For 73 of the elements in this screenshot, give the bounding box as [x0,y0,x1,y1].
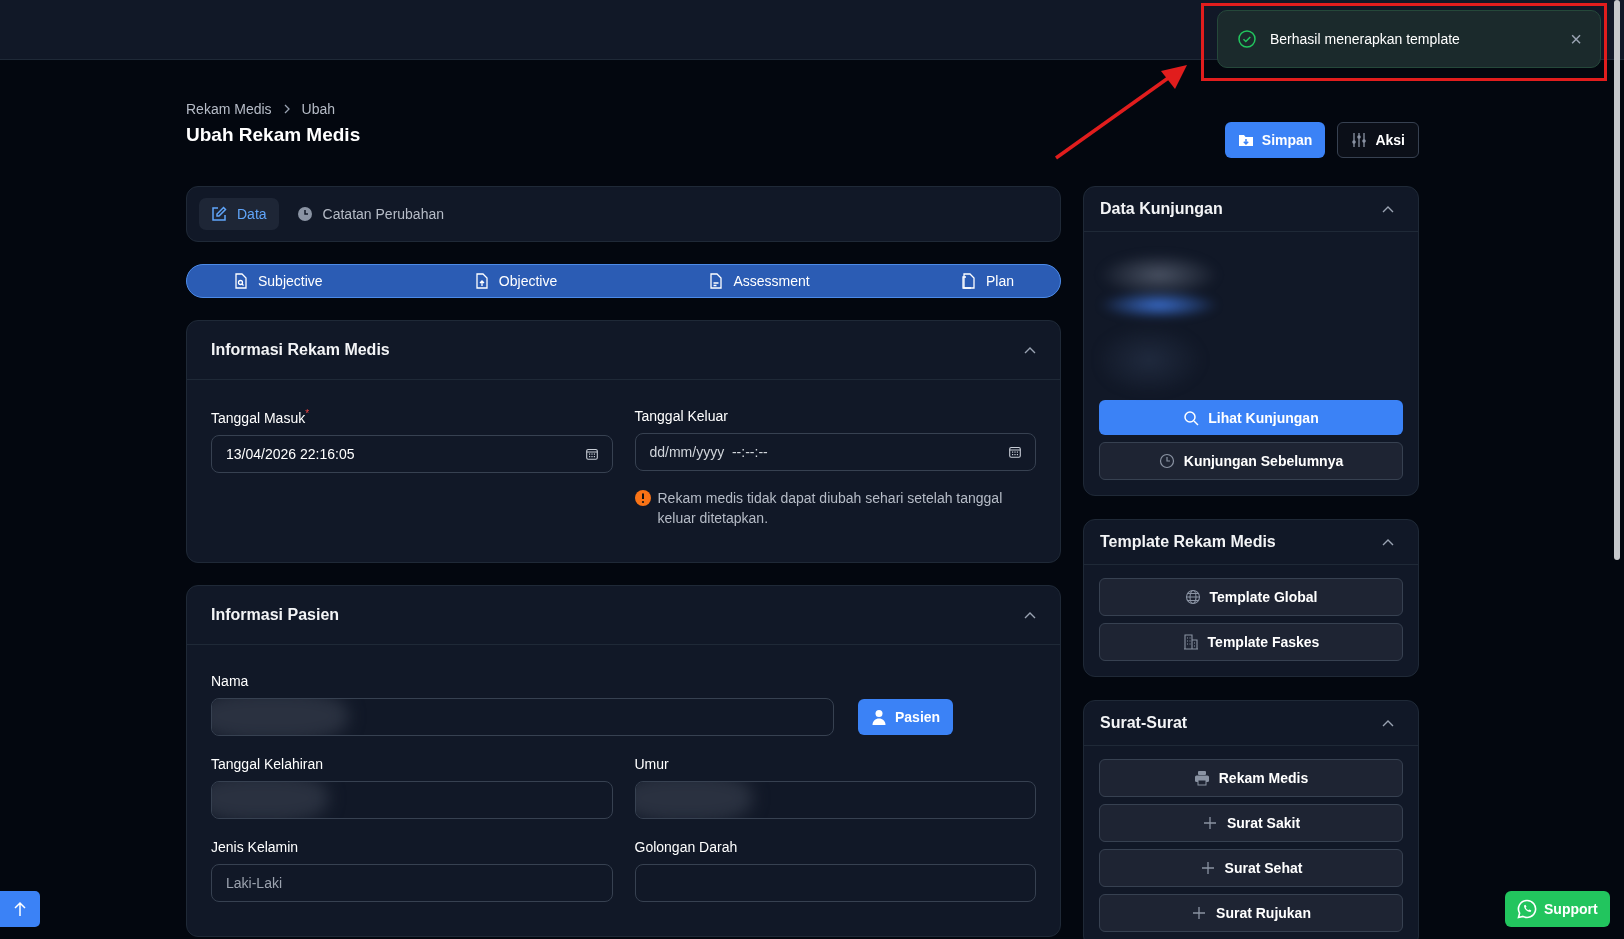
field-label: Tanggal Keluar [634,408,729,424]
sliders-icon [1351,132,1368,148]
document-icon [233,273,249,289]
card-title: Surat-Surat [1100,714,1188,732]
save-button[interactable]: Simpan [1224,122,1326,158]
card-title: Informasi Pasien [211,606,340,624]
card-title: Data Kunjungan [1100,200,1223,218]
patient-button[interactable]: Pasien [858,699,954,735]
person-icon [871,709,887,725]
text-field[interactable]: Laki-Laki [211,864,613,902]
field-label: Tanggal Masuk$^{*}$ [211,408,311,426]
text-field[interactable] [211,781,613,819]
text-field[interactable] [634,864,1036,902]
field-label: Umur [634,756,670,772]
actions-button[interactable]: Aksi [1337,122,1419,158]
chevron-right-icon [283,104,290,114]
chevron-up-icon[interactable] [1024,611,1036,619]
document-icon [473,273,490,289]
printer-icon [1193,770,1210,786]
check-circle-icon [1238,30,1256,48]
sidebar-action-button[interactable]: Template Faskes [1099,623,1403,661]
clock-icon [296,206,313,222]
sidebar-action-button[interactable]: Surat Sehat [1099,849,1403,887]
date-time-field[interactable]: 13/04/2026 22:16:05 [211,434,613,473]
globe-icon [1184,589,1201,605]
warning-icon [634,490,651,506]
date-time-field[interactable]: dd/mm/yyyy --:--:-- [634,433,1036,471]
scroll-to-top-button[interactable] [0,891,40,927]
field-label: Tanggal Kelahiran [211,756,325,772]
toast-message: Berhasil menerapkan template [1270,31,1461,47]
chevron-up-icon[interactable] [1382,719,1394,727]
close-button[interactable]: × [1570,29,1582,49]
soap-step-link[interactable]: Objective [467,272,564,290]
plus-icon [1191,905,1208,921]
search-icon [1183,409,1200,426]
document-icon [960,273,977,289]
sidebar-action-button[interactable]: Lihat Kunjungan [1099,400,1403,435]
arrow-up-icon [12,901,28,917]
calendar-icon[interactable] [585,447,598,460]
chat-bubble-icon [1517,899,1537,919]
warning-text: Rekam medis tidak dapat diubah sehari setelah tanggal keluar ditetapkan. [657,489,1004,528]
card-title: Template Rekam Medis [1100,533,1276,551]
tab[interactable]: Data [199,198,279,230]
sidebar-action-button[interactable]: Surat Rujukan [1099,894,1403,932]
edit-icon [211,206,227,222]
card-title: Informasi Rekam Medis [211,341,390,359]
building-icon [1182,634,1199,650]
field-label: Jenis Kelamin [211,839,300,855]
sidebar-action-button[interactable]: Kunjungan Sebelumnya [1099,442,1403,480]
plus-icon [1201,815,1218,831]
soap-step-link[interactable]: Plan [954,272,1020,290]
soap-step-link[interactable]: Assessment [702,272,816,290]
breadcrumb-link[interactable]: Rekam Medis [186,101,272,117]
chevron-up-icon[interactable] [1382,205,1394,213]
chevron-up-icon[interactable] [1024,346,1036,354]
field-label: Nama [211,673,250,689]
sidebar-action-button[interactable]: Surat Sakit [1099,804,1403,842]
plus-icon [1199,860,1216,876]
field-label: Golongan Darah [634,839,739,855]
folder-download-icon [1237,132,1254,148]
scrollbar[interactable] [1614,0,1620,560]
calendar-icon[interactable] [1009,446,1021,458]
text-field[interactable] [634,781,1036,819]
tab[interactable]: Catatan Perubahan [284,198,456,230]
document-icon [708,273,725,289]
page-title: Ubah Rekam Medis [186,124,361,146]
name-field[interactable] [211,698,834,736]
sidebar-action-button[interactable]: Template Global [1099,578,1403,616]
clock-icon [1158,453,1175,469]
sidebar-action-button[interactable]: Rekam Medis [1099,759,1403,797]
chevron-up-icon[interactable] [1382,538,1394,546]
breadcrumb-link[interactable]: Ubah [301,101,336,117]
soap-step-link[interactable]: Subjective [227,272,329,290]
